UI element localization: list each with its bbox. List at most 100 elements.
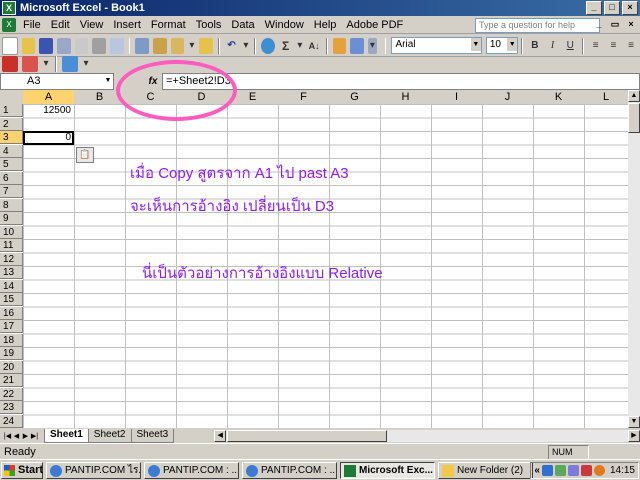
save-icon[interactable] [39,37,53,54]
zoom-options-icon[interactable]: ▾ [368,37,377,54]
row-header[interactable]: 6 [0,171,23,185]
row-header[interactable]: 10 [0,225,23,239]
autosum-icon[interactable]: Σ [279,38,293,54]
column-header[interactable]: H [380,90,432,105]
row-header[interactable]: 22 [0,387,23,401]
scroll-left-icon[interactable]: ◀ [214,429,227,442]
align-center-icon[interactable]: ≡ [607,38,621,54]
web-icon[interactable] [62,56,78,72]
task-pantip-1[interactable]: PANTIP.COM ไร... [46,461,141,479]
bold-button[interactable]: B [528,38,542,54]
chevron-down-icon[interactable]: ▼ [507,38,518,51]
toolbar-options-icon[interactable]: ▾ [42,56,50,72]
row-header[interactable]: 19 [0,347,23,360]
row-header[interactable]: 7 [0,185,23,198]
menu-insert[interactable]: Insert [108,19,146,31]
start-button[interactable]: Start [1,461,43,479]
row-header[interactable]: 18 [0,333,23,347]
row-header[interactable]: 3 [0,131,23,144]
task-pantip-2[interactable]: PANTIP.COM : ... [144,461,239,479]
row-header[interactable]: 23 [0,401,23,414]
messenger-icon[interactable] [593,465,605,476]
row-header[interactable]: 5 [0,158,23,171]
task-new-folder[interactable]: New Folder (2) [438,461,533,479]
row-header[interactable]: 16 [0,306,23,320]
help-search-input[interactable]: Type a question for help [475,18,600,33]
column-header[interactable]: K [533,90,585,105]
scroll-right-icon[interactable]: ▶ [628,429,640,442]
column-header[interactable]: F [278,90,330,105]
network-icon[interactable] [541,465,553,476]
print-icon[interactable] [92,37,106,54]
undo-dropdown-icon[interactable]: ▾ [242,38,249,54]
cell-a1[interactable]: 12500 [23,105,71,116]
paste-dropdown-icon[interactable]: ▾ [188,38,195,54]
menu-adobe-pdf[interactable]: Adobe PDF [341,19,408,31]
row-header[interactable]: 20 [0,360,23,374]
task-excel[interactable]: Microsoft Exc... [340,461,435,479]
row-header[interactable]: 24 [0,414,23,428]
paste-icon[interactable] [170,37,185,54]
convert-email-pdf-icon[interactable] [22,56,38,72]
row-header[interactable]: 13 [0,266,23,279]
tab-sheet2[interactable]: Sheet2 [87,428,132,443]
cut-icon[interactable] [153,37,167,54]
row-header[interactable]: 2 [0,117,23,131]
scroll-thumb[interactable] [227,429,388,442]
menu-view[interactable]: View [75,19,109,31]
new-icon[interactable] [2,36,18,55]
undo-icon[interactable]: ↶ [225,38,239,54]
row-header[interactable]: 17 [0,320,23,333]
align-right-icon[interactable]: ≡ [624,38,638,54]
column-header[interactable]: J [482,90,534,105]
menu-tools[interactable]: Tools [191,19,227,31]
column-header[interactable]: G [329,90,381,105]
menu-format[interactable]: Format [146,19,191,31]
font-size-select[interactable]: 10 ▼ [485,37,519,54]
tab-sheet3[interactable]: Sheet3 [130,428,175,443]
row-header[interactable]: 9 [0,212,23,225]
volume-icon[interactable] [580,465,592,476]
align-left-icon[interactable]: ≡ [589,38,603,54]
tray-expand-icon[interactable]: « [534,465,540,476]
drawing-icon[interactable] [350,37,365,54]
menu-data[interactable]: Data [226,19,259,31]
row-header[interactable]: 14 [0,279,23,293]
row-header[interactable]: 11 [0,239,23,252]
menu-edit[interactable]: Edit [46,19,75,31]
sort-ascending-icon[interactable]: A↓ [307,38,321,54]
name-box[interactable]: A3 ▼ [0,73,114,90]
prev-sheet-icon[interactable]: ◀ [12,432,21,440]
spelling-icon[interactable] [135,37,150,54]
row-header[interactable]: 12 [0,252,23,266]
doc-restore-button[interactable]: ▭ [608,19,622,30]
tab-sheet1[interactable]: Sheet1 [44,428,89,443]
doc-minimize-button[interactable]: _ [592,19,606,30]
row-header[interactable]: 4 [0,144,23,158]
monitor-icon[interactable] [567,465,579,476]
workbook-icon[interactable]: X [2,17,16,32]
scroll-down-icon[interactable]: ▼ [628,416,640,428]
row-header[interactable]: 21 [0,374,23,387]
first-sheet-icon[interactable]: |◀ [3,432,12,440]
row-header[interactable]: 1 [0,104,23,117]
hyperlink-icon[interactable] [261,37,275,54]
vertical-scrollbar[interactable]: ▲ ▼ [628,90,640,428]
font-name-select[interactable]: Arial ▼ [391,37,482,54]
print-preview-icon[interactable] [109,37,124,54]
chevron-down-icon[interactable]: ▼ [103,74,113,87]
close-button[interactable]: × [622,1,638,15]
antivirus-icon[interactable] [554,465,566,476]
menu-file[interactable]: File [18,19,46,31]
convert-to-pdf-icon[interactable] [2,56,18,72]
format-painter-icon[interactable] [199,37,213,54]
paste-options-icon[interactable]: 📋 [76,147,94,163]
minimize-button[interactable]: _ [586,1,602,15]
chart-wizard-icon[interactable] [332,37,347,54]
scroll-thumb[interactable] [628,103,640,133]
row-header[interactable]: 15 [0,293,23,306]
open-icon[interactable] [21,37,36,54]
horizontal-scrollbar[interactable]: ◀ ▶ [214,429,640,442]
menu-window[interactable]: Window [260,19,309,31]
chevron-down-icon[interactable]: ▼ [470,38,481,51]
